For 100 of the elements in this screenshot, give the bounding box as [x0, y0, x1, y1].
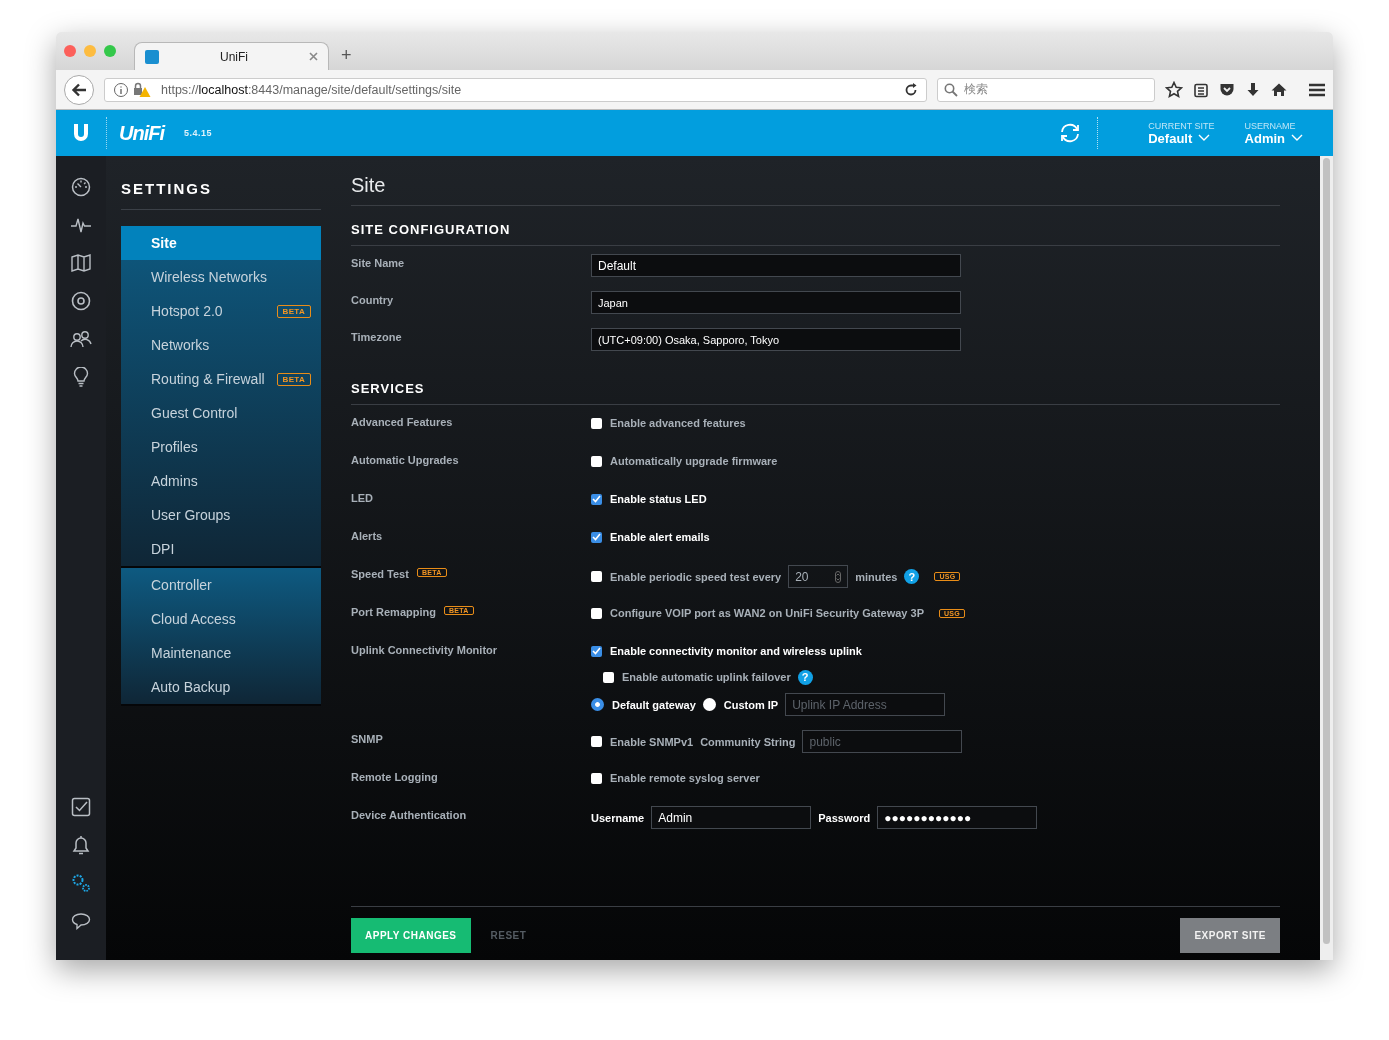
checkbox-box[interactable] [591, 645, 602, 657]
menu-item[interactable]: Site [121, 226, 321, 260]
version-label: 5.4.15 [184, 128, 213, 138]
select-field[interactable]: Japan [591, 291, 961, 314]
menu-item[interactable]: Routing & Firewall BETA [121, 362, 321, 396]
checkbox[interactable]: Enable remote syslog server [591, 772, 760, 784]
input-field[interactable]: ●●●●●●●●●●●● [877, 806, 1038, 829]
checkbox[interactable]: Enable alert emails [591, 531, 710, 543]
nav-item[interactable] [73, 366, 89, 388]
menu-item[interactable]: Admins [121, 464, 321, 498]
field-label: Alerts [351, 530, 383, 542]
field-label: Timezone [351, 331, 402, 343]
section-heading: SITE CONFIGURATION [351, 210, 1280, 246]
checkbox-box[interactable] [591, 493, 602, 505]
beta-badge: BETA [276, 304, 311, 318]
checkbox-box[interactable] [591, 736, 602, 747]
reading-list-icon[interactable] [1193, 81, 1209, 98]
checkbox[interactable]: Enable automatic uplink failover [603, 671, 791, 683]
checkbox[interactable]: Configure VOIP port as WAN2 on UniFi Security Gateway 3P [591, 607, 924, 619]
checkbox[interactable]: Enable SNMPv1 [591, 735, 694, 748]
browser-tab[interactable]: UniFi [134, 42, 329, 70]
field-label: Advanced Features [351, 416, 453, 428]
menu-item[interactable]: Cloud Access [121, 602, 321, 636]
lightbulb-icon [73, 367, 89, 387]
search-field[interactable]: 検索 [937, 77, 1155, 102]
bookmark-star-icon[interactable] [1165, 80, 1183, 99]
nav-item[interactable] [71, 176, 91, 198]
bell-icon [72, 835, 90, 855]
menu-item[interactable]: Wireless Networks [121, 260, 321, 294]
back-button[interactable] [64, 74, 94, 105]
field-caption: Password [818, 811, 871, 824]
input-field[interactable]: Admin [651, 806, 812, 829]
checkbox[interactable]: Enable connectivity monitor and wireless uplink [591, 645, 862, 657]
menu-icon[interactable] [1309, 82, 1325, 97]
checkbox-box[interactable] [591, 772, 602, 784]
nav-item[interactable] [71, 290, 91, 312]
chevron-down-icon [1291, 134, 1303, 142]
menu-item[interactable]: Hotspot 2.0 BETA [121, 294, 321, 328]
input-field[interactable]: public [802, 730, 963, 753]
beta-badge: BETA [276, 372, 311, 386]
nav-item[interactable] [71, 910, 91, 932]
field-label: Device Authentication [351, 809, 467, 821]
nav-item[interactable] [70, 328, 92, 350]
scrollbar[interactable] [1320, 156, 1333, 960]
menu-item[interactable]: Profiles [121, 430, 321, 464]
nav-item[interactable] [72, 834, 90, 856]
target-icon [71, 291, 91, 311]
menu-item[interactable]: Networks [121, 328, 321, 362]
export-site-button[interactable]: EXPORT SITE [1180, 918, 1280, 953]
spinner-icon[interactable] [835, 570, 842, 583]
checkbox-box[interactable] [591, 417, 602, 429]
nav-item[interactable] [71, 796, 91, 818]
search-icon [944, 82, 958, 97]
checkbox-box[interactable] [591, 531, 602, 543]
menu-item[interactable]: Maintenance [121, 636, 321, 670]
pocket-icon[interactable] [1219, 81, 1235, 98]
menu-item[interactable]: Auto Backup [121, 670, 321, 704]
refresh-icon[interactable] [1059, 123, 1082, 143]
menu-item[interactable]: Guest Control [121, 396, 321, 430]
checkbox[interactable]: Enable periodic speed test every [591, 570, 782, 583]
radio-button[interactable]: Custom IP [702, 698, 779, 711]
checkbox-icon [71, 797, 91, 817]
checkbox-box[interactable] [591, 607, 602, 619]
home-icon[interactable] [1271, 81, 1287, 98]
field-label: LED [351, 492, 373, 504]
brand-logo-icon [72, 123, 90, 143]
app-logo: UniFi [119, 121, 164, 145]
gauge-icon [71, 177, 91, 197]
new-tab-button[interactable]: + [341, 45, 352, 66]
input-field[interactable]: Default [591, 254, 961, 277]
field-label: Remote Logging [351, 771, 438, 783]
map-icon [71, 254, 91, 272]
reload-icon[interactable] [904, 82, 918, 97]
address-bar[interactable]: https://localhost:8443/manage/site/default/settings/site [104, 77, 927, 102]
checkbox[interactable]: Enable advanced features [591, 417, 746, 429]
download-icon[interactable] [1245, 81, 1261, 98]
input-field[interactable]: Uplink IP Address [785, 693, 946, 716]
field-text: minutes [855, 570, 898, 583]
field-label: Port Remapping [351, 606, 436, 618]
checkbox[interactable]: Enable status LED [591, 493, 707, 505]
app-logo-icon [145, 49, 159, 64]
chevron-down-icon [1198, 134, 1211, 142]
number-field[interactable]: 20 [788, 565, 849, 588]
checkbox-box[interactable] [591, 455, 602, 467]
field-label: Site Name [351, 257, 405, 269]
nav-item[interactable] [71, 252, 91, 274]
checkbox-box[interactable] [603, 671, 614, 683]
menu-item[interactable]: User Groups [121, 498, 321, 532]
field-label: Speed Test [351, 568, 409, 580]
section-heading: SERVICES [351, 369, 1280, 405]
nav-item[interactable] [71, 872, 91, 894]
pulse-icon [70, 216, 92, 234]
menu-item[interactable]: DPI [121, 532, 321, 566]
close-icon[interactable] [309, 52, 318, 61]
radio-button[interactable]: Default gateway [591, 698, 696, 711]
menu-item[interactable]: Controller [121, 568, 321, 602]
info-icon[interactable] [113, 81, 129, 98]
checkbox[interactable]: Automatically upgrade firmware [591, 455, 778, 467]
select-field[interactable]: (UTC+09:00) Osaka, Sapporo, Tokyo [591, 328, 961, 351]
checkbox-box[interactable] [591, 571, 602, 582]
